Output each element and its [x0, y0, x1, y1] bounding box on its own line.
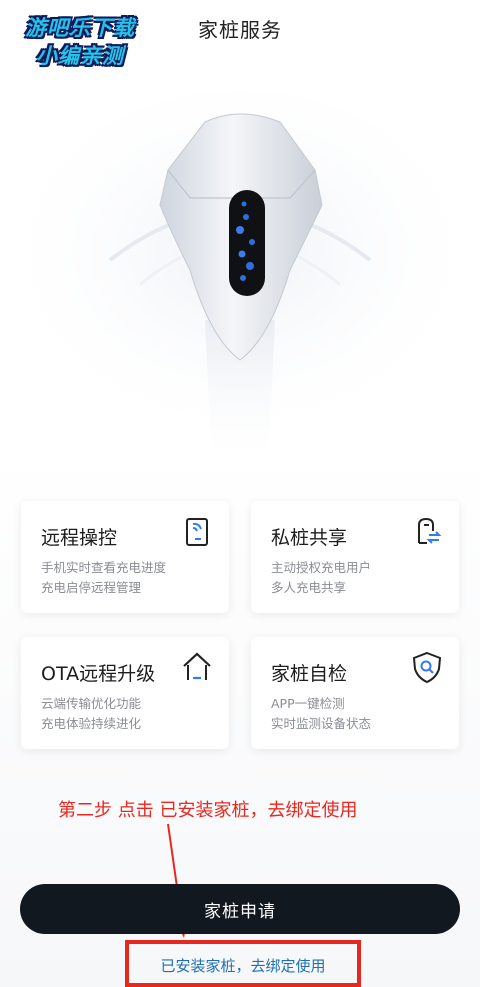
page-title: 家桩服务	[198, 18, 282, 42]
upgrade-icon	[183, 652, 211, 680]
card-title: 远程操控	[41, 527, 118, 549]
share-icon	[418, 517, 442, 544]
feature-card-remote-control[interactable]: 远程操控 手机实时查看充电进度 充电启停远程管理	[21, 501, 229, 613]
charging-pile-illustration	[10, 90, 470, 470]
card-desc: 手机实时查看充电进度	[41, 560, 167, 575]
remote-control-icon	[186, 518, 208, 546]
card-desc: APP一键检测	[271, 696, 345, 711]
card-desc: 云端传输优化功能	[41, 696, 142, 711]
card-desc: 实时监测设备状态	[271, 716, 372, 731]
card-desc: 充电启停远程管理	[41, 580, 142, 595]
page: 游吧乐下载 小编亲测 家桩服务 远程操控 手机实时查看充电进度 充电启停远程管理…	[0, 0, 480, 987]
bind-installed-pile-link[interactable]: 已安装家桩，去绑定使用	[125, 955, 361, 976]
watermark-line-2: 小编亲测	[36, 44, 124, 68]
feature-card-self-check[interactable]: 家桩自检 APP一键检测 实时监测设备状态	[251, 637, 459, 749]
card-desc: 多人充电共享	[271, 580, 347, 595]
card-desc: 主动授权充电用户	[271, 560, 372, 575]
feature-card-ota-upgrade[interactable]: OTA远程升级 云端传输优化功能 充电体验持续进化	[21, 637, 229, 749]
card-title: 家桩自检	[271, 663, 348, 685]
card-title: OTA远程升级	[41, 663, 156, 685]
card-desc: 充电体验持续进化	[41, 716, 142, 731]
tutorial-annotation: 第二步 点击 已安装家桩，去绑定使用	[58, 800, 358, 821]
card-title: 私桩共享	[271, 527, 348, 549]
feature-card-private-share[interactable]: 私桩共享 主动授权充电用户 多人充电共享	[251, 501, 459, 613]
shield-check-icon	[412, 651, 442, 684]
apply-charging-pile-button[interactable]: 家桩申请	[20, 884, 460, 934]
